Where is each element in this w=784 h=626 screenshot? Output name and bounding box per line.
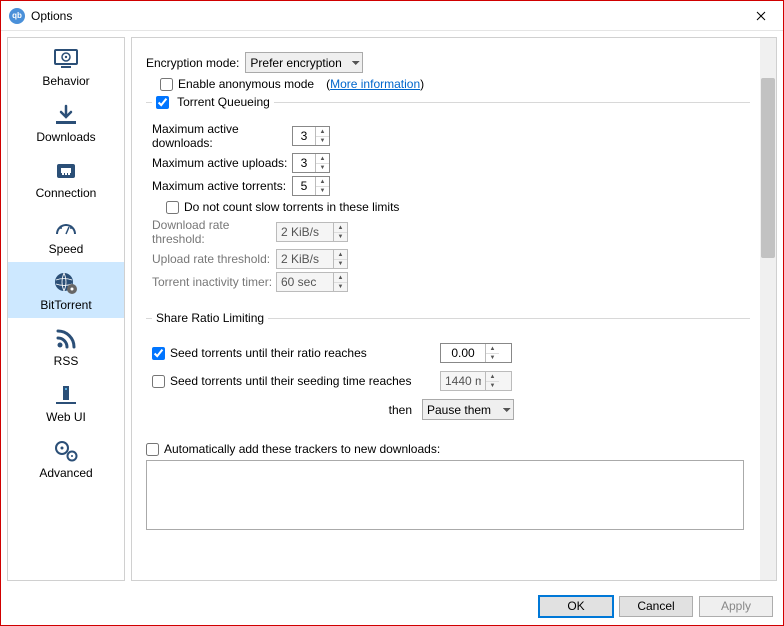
anon-mode-label: Enable anonymous mode bbox=[178, 77, 314, 91]
encryption-mode-row: Encryption mode: Prefer encryption bbox=[146, 52, 750, 73]
globe-gear-icon bbox=[53, 270, 79, 296]
slow-torrents-checkbox[interactable] bbox=[166, 201, 179, 214]
options-window: qb Options Behavior Downloads bbox=[0, 0, 784, 626]
spin-arrows[interactable]: ▲▼ bbox=[315, 127, 329, 145]
seed-time-row: Seed torrents until their seeding time r… bbox=[152, 371, 744, 391]
server-icon bbox=[53, 382, 79, 408]
scrollbar-thumb[interactable] bbox=[761, 78, 775, 258]
queueing-legend: Torrent Queueing bbox=[152, 95, 274, 109]
sidebar-item-webui[interactable]: Web UI bbox=[8, 374, 124, 430]
share-ratio-legend: Share Ratio Limiting bbox=[152, 311, 268, 325]
sidebar-item-label: Advanced bbox=[39, 466, 92, 480]
max-downloads-spin[interactable]: ▲▼ bbox=[292, 126, 330, 146]
sidebar-item-label: Downloads bbox=[36, 130, 95, 144]
monitor-gear-icon bbox=[52, 46, 80, 72]
auto-trackers-checkbox[interactable] bbox=[146, 443, 159, 456]
apply-button[interactable]: Apply bbox=[699, 596, 773, 617]
auto-trackers-row: Automatically add these trackers to new … bbox=[146, 442, 750, 456]
spin-arrows[interactable]: ▲▼ bbox=[315, 177, 329, 195]
spin-arrows[interactable]: ▲▼ bbox=[485, 344, 499, 362]
dl-threshold-spin: ▲▼ bbox=[276, 222, 348, 242]
anon-mode-checkbox[interactable] bbox=[160, 78, 173, 91]
sidebar-item-label: Connection bbox=[36, 186, 97, 200]
max-uploads-spin[interactable]: ▲▼ bbox=[292, 153, 330, 173]
anon-mode-row: Enable anonymous mode (More information) bbox=[160, 77, 750, 91]
titlebar: qb Options bbox=[1, 1, 783, 31]
seed-time-checkbox[interactable] bbox=[152, 375, 165, 388]
body: Behavior Downloads Connection Speed bbox=[1, 31, 783, 587]
spin-arrows: ▲▼ bbox=[333, 250, 347, 268]
rss-icon bbox=[54, 326, 78, 352]
seed-ratio-row: Seed torrents until their ratio reaches … bbox=[152, 343, 744, 363]
queueing-checkbox[interactable] bbox=[156, 96, 169, 109]
sidebar-item-downloads[interactable]: Downloads bbox=[8, 94, 124, 150]
seed-ratio-spin[interactable]: ▲▼ bbox=[440, 343, 512, 363]
slow-torrents-label: Do not count slow torrents in these limi… bbox=[184, 200, 399, 214]
seed-ratio-label: Seed torrents until their ratio reaches bbox=[170, 346, 440, 360]
spin-arrows: ▲▼ bbox=[333, 273, 347, 291]
max-uploads-row: Maximum active uploads: ▲▼ bbox=[152, 153, 744, 173]
encryption-mode-select[interactable]: Prefer encryption bbox=[245, 52, 363, 73]
max-downloads-label: Maximum active downloads: bbox=[152, 122, 292, 150]
spin-arrows: ▲▼ bbox=[485, 372, 499, 390]
sidebar: Behavior Downloads Connection Speed bbox=[7, 37, 125, 581]
content-panel: Encryption mode: Prefer encryption Enabl… bbox=[131, 37, 777, 581]
sidebar-item-label: BitTorrent bbox=[40, 298, 91, 312]
ethernet-icon bbox=[53, 158, 79, 184]
close-icon bbox=[756, 11, 766, 21]
encryption-mode-label: Encryption mode: bbox=[146, 56, 239, 70]
max-torrents-row: Maximum active torrents: ▲▼ bbox=[152, 176, 744, 196]
max-torrents-spin[interactable]: ▲▼ bbox=[292, 176, 330, 196]
seed-time-spin: ▲▼ bbox=[440, 371, 512, 391]
seed-time-label: Seed torrents until their seeding time r… bbox=[170, 374, 440, 388]
up-threshold-label: Upload rate threshold: bbox=[152, 252, 276, 266]
app-icon: qb bbox=[9, 8, 25, 24]
inactivity-spin: ▲▼ bbox=[276, 272, 348, 292]
close-button[interactable] bbox=[738, 1, 783, 30]
queueing-legend-label: Torrent Queueing bbox=[177, 95, 270, 109]
sidebar-item-label: Speed bbox=[49, 242, 84, 256]
sidebar-item-speed[interactable]: Speed bbox=[8, 206, 124, 262]
auto-trackers-label: Automatically add these trackers to new … bbox=[164, 442, 440, 456]
trackers-textarea[interactable] bbox=[146, 460, 744, 530]
then-action-row: then Pause them bbox=[152, 399, 744, 420]
more-info-link[interactable]: More information bbox=[330, 77, 420, 91]
scroll-area: Encryption mode: Prefer encryption Enabl… bbox=[132, 38, 760, 580]
sidebar-item-label: Web UI bbox=[46, 410, 86, 424]
vertical-scrollbar[interactable] bbox=[760, 38, 776, 580]
spin-arrows: ▲▼ bbox=[333, 223, 347, 241]
then-action-select[interactable]: Pause them bbox=[422, 399, 514, 420]
download-icon bbox=[53, 102, 79, 128]
inactivity-row: Torrent inactivity timer: ▲▼ bbox=[152, 272, 744, 292]
max-uploads-label: Maximum active uploads: bbox=[152, 156, 292, 170]
sidebar-item-connection[interactable]: Connection bbox=[8, 150, 124, 206]
cancel-button[interactable]: Cancel bbox=[619, 596, 693, 617]
up-threshold-row: Upload rate threshold: ▲▼ bbox=[152, 249, 744, 269]
ok-button[interactable]: OK bbox=[539, 596, 613, 617]
max-downloads-row: Maximum active downloads: ▲▼ bbox=[152, 122, 744, 150]
max-torrents-label: Maximum active torrents: bbox=[152, 179, 292, 193]
gears-icon bbox=[52, 438, 80, 464]
gauge-icon bbox=[52, 214, 80, 240]
slow-torrents-row: Do not count slow torrents in these limi… bbox=[166, 200, 744, 214]
up-threshold-spin: ▲▼ bbox=[276, 249, 348, 269]
queueing-fieldset: Torrent Queueing Maximum active download… bbox=[146, 95, 750, 301]
seed-ratio-checkbox[interactable] bbox=[152, 347, 165, 360]
spin-arrows[interactable]: ▲▼ bbox=[315, 154, 329, 172]
dl-threshold-label: Download rate threshold: bbox=[152, 218, 276, 246]
sidebar-item-label: RSS bbox=[54, 354, 79, 368]
then-label: then bbox=[152, 403, 422, 417]
dl-threshold-row: Download rate threshold: ▲▼ bbox=[152, 218, 744, 246]
footer: OK Cancel Apply bbox=[1, 587, 783, 625]
sidebar-item-behavior[interactable]: Behavior bbox=[8, 38, 124, 94]
sidebar-item-bittorrent[interactable]: BitTorrent bbox=[8, 262, 124, 318]
inactivity-label: Torrent inactivity timer: bbox=[152, 275, 276, 289]
sidebar-item-label: Behavior bbox=[42, 74, 89, 88]
window-title: Options bbox=[31, 9, 738, 23]
share-ratio-fieldset: Share Ratio Limiting Seed torrents until… bbox=[146, 311, 750, 430]
sidebar-item-rss[interactable]: RSS bbox=[8, 318, 124, 374]
sidebar-item-advanced[interactable]: Advanced bbox=[8, 430, 124, 486]
